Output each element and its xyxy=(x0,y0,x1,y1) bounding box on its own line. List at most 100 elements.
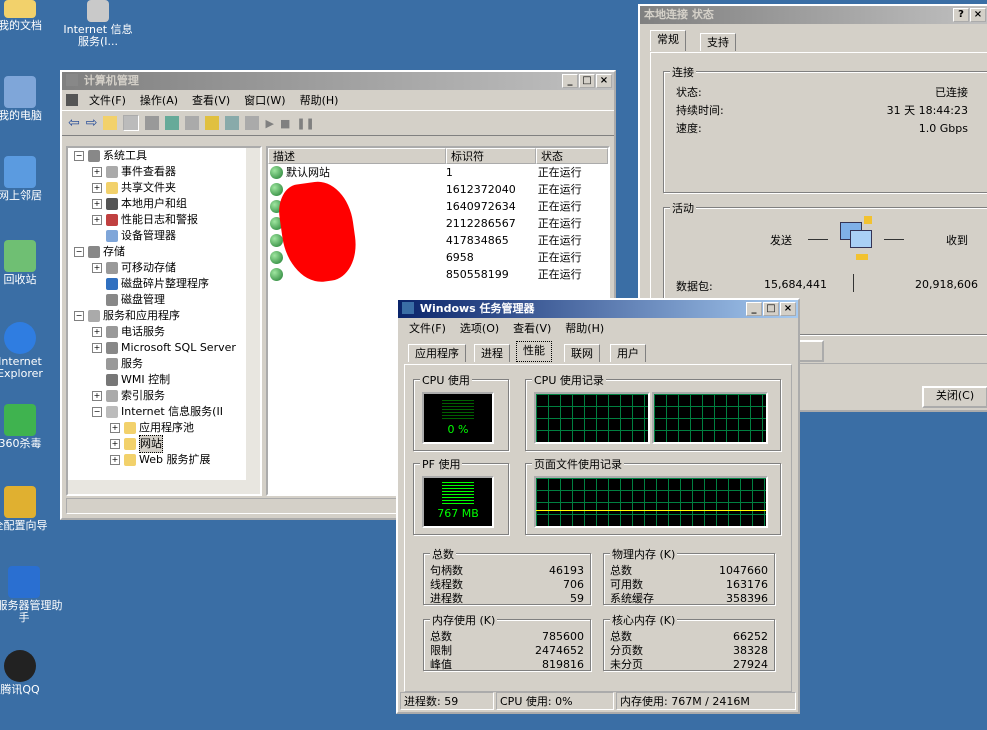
menu-window[interactable]: 窗口(W) xyxy=(237,92,292,108)
comp-mgmt-titlebar[interactable]: 计算机管理 _ □ × xyxy=(62,72,614,90)
help-button[interactable]: ? xyxy=(953,8,969,22)
tree-item[interactable]: + 索引服务 xyxy=(68,388,260,404)
menu-view[interactable]: 查看(V) xyxy=(185,92,237,108)
tree-item[interactable]: 磁盘管理 xyxy=(68,292,260,308)
tree-item[interactable]: + 共享文件夹 xyxy=(68,180,260,196)
expand-icon[interactable]: + xyxy=(110,423,120,433)
tree-vscrollbar[interactable] xyxy=(246,148,260,494)
expand-icon[interactable]: + xyxy=(92,327,102,337)
tree-item[interactable]: + 本地用户和组 xyxy=(68,196,260,212)
tab-applications[interactable]: 应用程序 xyxy=(408,344,466,362)
expand-icon[interactable]: + xyxy=(110,455,120,465)
menu-view[interactable]: 查看(V) xyxy=(506,320,558,336)
up-folder-icon[interactable] xyxy=(103,116,118,130)
close-dialog-button[interactable]: 关闭(C) xyxy=(922,386,987,408)
tree-item[interactable]: − Internet 信息服务(II xyxy=(68,404,260,420)
iis-shortcut-icon[interactable]: Internet 信息服务(I... xyxy=(58,0,138,48)
expand-icon[interactable]: + xyxy=(110,439,120,449)
show-tree-icon[interactable] xyxy=(123,115,140,131)
tree-item[interactable]: + 应用程序池 xyxy=(68,420,260,436)
menu-help[interactable]: 帮助(H) xyxy=(293,92,346,108)
close-button[interactable]: × xyxy=(970,8,986,22)
collapse-icon[interactable]: − xyxy=(92,407,102,417)
tab-support[interactable]: 支持 xyxy=(700,33,736,51)
column-description[interactable]: 描述 xyxy=(268,148,446,164)
tree-item[interactable]: − 服务和应用程序 xyxy=(68,308,260,324)
back-arrow-icon[interactable]: ⇦ xyxy=(68,115,80,131)
close-button[interactable]: × xyxy=(780,302,796,316)
expand-icon[interactable]: + xyxy=(92,263,102,273)
network-connection-icon xyxy=(836,216,876,260)
column-identifier[interactable]: 标识符 xyxy=(446,148,536,164)
collapse-icon[interactable]: − xyxy=(74,247,84,257)
tree-item[interactable]: − 存储 xyxy=(68,244,260,260)
pf-usage-meter: 767 MB xyxy=(422,476,494,528)
tree-item[interactable]: 磁盘碎片整理程序 xyxy=(68,276,260,292)
tree-item[interactable]: 服务 xyxy=(68,356,260,372)
computer-icon[interactable] xyxy=(245,116,260,130)
menu-file[interactable]: 文件(F) xyxy=(82,92,133,108)
tree-item[interactable]: + 性能日志和警报 xyxy=(68,212,260,228)
my-documents-icon[interactable]: 我的文档 xyxy=(0,0,60,32)
tree-item[interactable]: + 电话服务 xyxy=(68,324,260,340)
tree-item[interactable]: WMI 控制 xyxy=(68,372,260,388)
task-manager-titlebar[interactable]: Windows 任务管理器 _ □ × xyxy=(398,300,798,318)
maximize-button[interactable]: □ xyxy=(763,302,779,316)
refresh-icon[interactable] xyxy=(165,116,180,130)
menu-options[interactable]: 选项(O) xyxy=(453,320,506,336)
tab-general[interactable]: 常规 xyxy=(650,30,686,51)
stop-icon[interactable]: ■ xyxy=(280,117,290,130)
config-wizard-icon[interactable]: 全配置向导 xyxy=(0,486,60,532)
network-places-icon[interactable]: 网上邻居 xyxy=(0,156,60,202)
tree-node-icon xyxy=(124,422,136,434)
tree-item-label: 本地用户和组 xyxy=(121,197,187,210)
maximize-button[interactable]: □ xyxy=(579,74,595,88)
collapse-icon[interactable]: − xyxy=(74,151,84,161)
expand-icon[interactable]: + xyxy=(92,391,102,401)
expand-icon[interactable]: + xyxy=(92,199,102,209)
expand-icon[interactable]: + xyxy=(92,343,102,353)
tree-item[interactable]: + Web 服务扩展 xyxy=(68,452,260,468)
menu-file[interactable]: 文件(F) xyxy=(402,320,453,336)
play-icon[interactable]: ▶ xyxy=(265,117,273,130)
qq-icon[interactable]: 腾讯QQ xyxy=(0,650,60,696)
internet-explorer-icon[interactable]: Internet Explorer xyxy=(0,322,60,380)
close-button[interactable]: × xyxy=(596,74,612,88)
tree-node-icon xyxy=(106,198,118,210)
properties-icon[interactable] xyxy=(145,116,160,130)
tree-node-icon xyxy=(106,166,118,178)
tree-item[interactable]: + 事件查看器 xyxy=(68,164,260,180)
minimize-button[interactable]: _ xyxy=(562,74,578,88)
tree-item[interactable]: − 系统工具 xyxy=(68,148,260,164)
column-status[interactable]: 状态 xyxy=(536,148,608,164)
pause-icon[interactable]: ❚❚ xyxy=(296,117,314,130)
expand-icon[interactable]: + xyxy=(92,215,102,225)
my-computer-icon[interactable]: 我的电脑 xyxy=(0,76,60,122)
help-icon[interactable] xyxy=(205,116,220,130)
forward-arrow-icon[interactable]: ⇨ xyxy=(86,115,98,131)
tree-item[interactable]: 设备管理器 xyxy=(68,228,260,244)
net-status-titlebar[interactable]: 本地连接 状态 ? × xyxy=(640,6,987,24)
menu-help[interactable]: 帮助(H) xyxy=(558,320,611,336)
expand-icon[interactable]: + xyxy=(92,183,102,193)
tree-item[interactable]: + 可移动存储 xyxy=(68,260,260,276)
server-assistant-icon[interactable]: 安服务器管理助手 xyxy=(0,566,64,624)
recycle-bin-icon[interactable]: 回收站 xyxy=(0,240,60,286)
tab-users[interactable]: 用户 xyxy=(610,344,646,362)
tree-item[interactable]: + 网站 xyxy=(68,435,260,453)
tree-hscrollbar[interactable] xyxy=(68,480,246,494)
tab-networking[interactable]: 联网 xyxy=(564,344,600,362)
site-description: 默认网站 xyxy=(286,166,330,179)
expand-icon[interactable]: + xyxy=(92,167,102,177)
table-row[interactable]: 默认网站 1 正在运行 xyxy=(268,164,608,181)
menu-action[interactable]: 操作(A) xyxy=(133,92,185,108)
tree-item[interactable]: + Microsoft SQL Server xyxy=(68,340,260,356)
collapse-icon[interactable]: − xyxy=(74,311,84,321)
360-antivirus-icon[interactable]: 360杀毒 xyxy=(0,404,60,450)
tab-performance[interactable]: 性能 xyxy=(516,341,552,362)
tree-node-icon xyxy=(106,358,118,370)
minimize-button[interactable]: _ xyxy=(746,302,762,316)
tab-processes[interactable]: 进程 xyxy=(474,344,510,362)
console-icon[interactable] xyxy=(225,116,240,130)
export-icon[interactable] xyxy=(185,116,200,130)
